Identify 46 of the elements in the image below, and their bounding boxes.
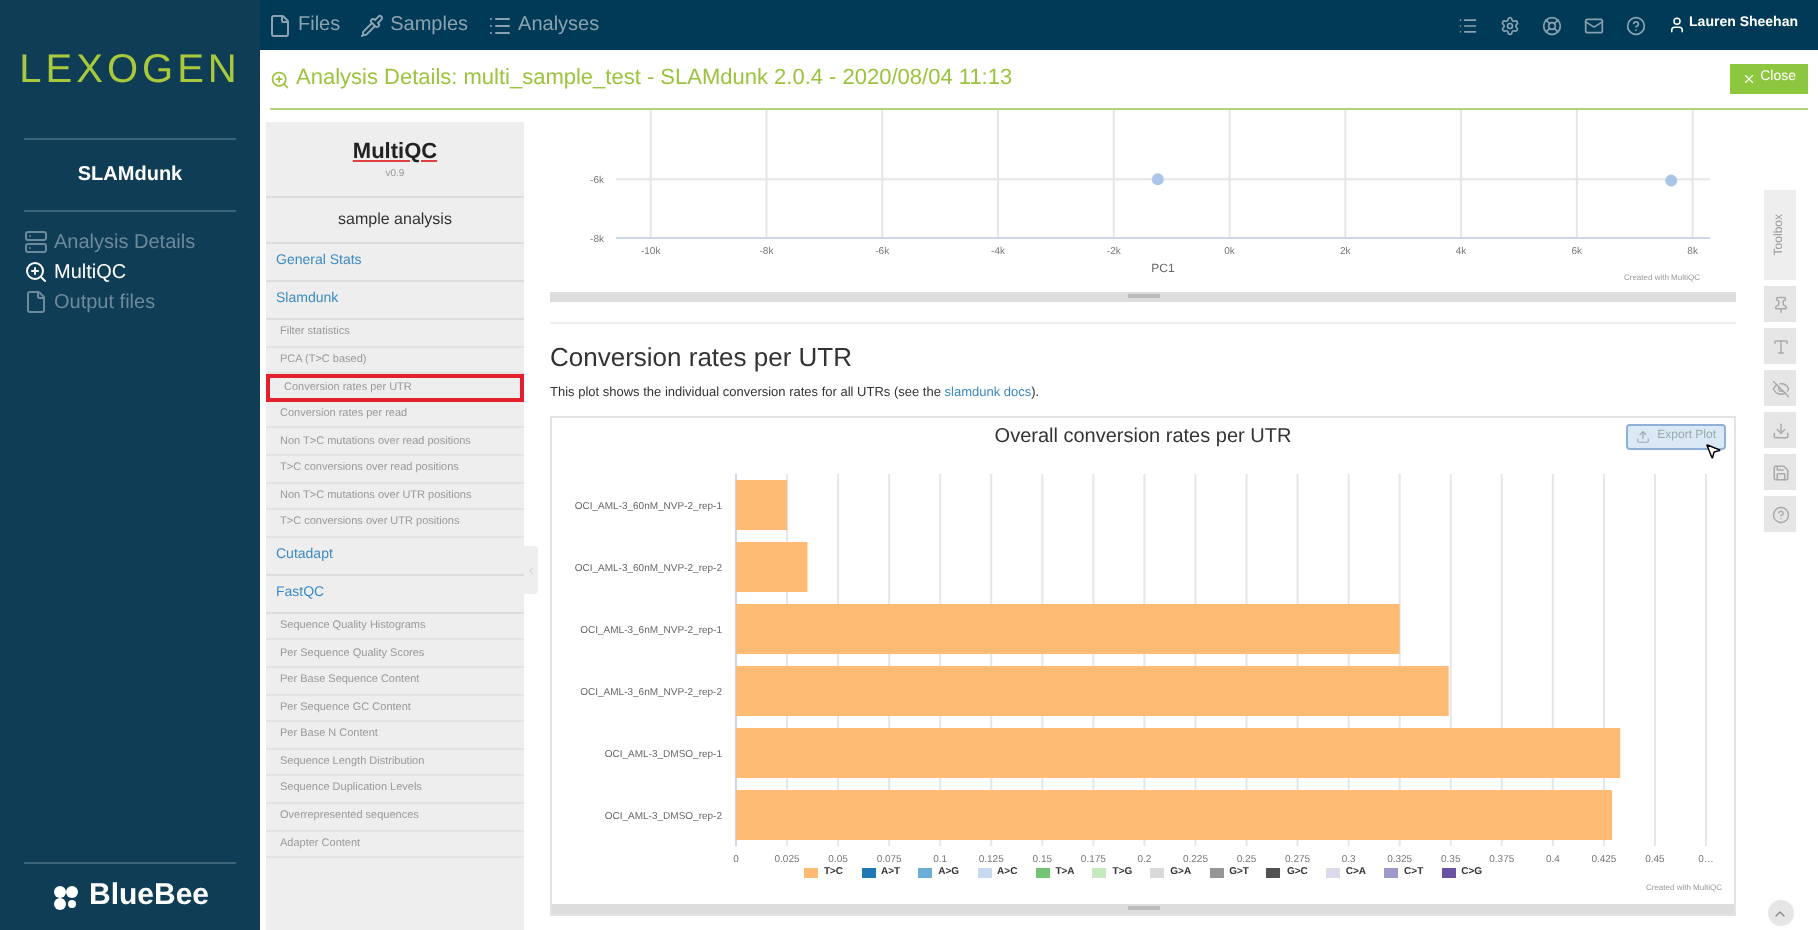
help-icon[interactable] <box>1625 15 1646 35</box>
pin-button[interactable] <box>1764 286 1796 322</box>
help-icon <box>1771 505 1789 523</box>
cursor-icon <box>1704 441 1722 460</box>
save-button[interactable] <box>1764 454 1796 490</box>
file-icon <box>268 13 292 37</box>
settings-icon[interactable] <box>1499 15 1520 35</box>
download-button[interactable] <box>1764 412 1796 448</box>
bluebee-icon <box>50 881 83 913</box>
list-icon <box>24 230 48 254</box>
scroll-top-button[interactable] <box>1767 900 1793 926</box>
sidebar-item[interactable]: Output files <box>24 288 236 316</box>
bar <box>736 541 808 592</box>
scrollbar[interactable] <box>550 292 1736 302</box>
app-name: SLAMdunk <box>77 162 183 190</box>
top-nav-link[interactable]: Analyses <box>488 10 600 40</box>
mail-icon[interactable] <box>1583 15 1604 35</box>
section-heading: Conversion rates per UTR <box>550 344 854 370</box>
save-icon <box>1771 463 1789 481</box>
pipette-icon <box>360 13 385 37</box>
footer-logo: BlueBee <box>88 876 210 917</box>
eye-off-icon <box>1771 379 1789 397</box>
page-title: Analysis Details: multi_sample_test - SLAMdunk 2.0.4 - 2020/08/04 11:13 <box>296 64 1013 95</box>
chevron-left-icon <box>526 565 536 575</box>
user-icon <box>1667 16 1686 34</box>
hide-button[interactable] <box>1764 370 1796 406</box>
file-icon <box>24 290 48 314</box>
chart-title: Overall conversion rates per UTR <box>994 423 1292 452</box>
pin-icon <box>1771 295 1789 313</box>
zoom-icon <box>24 260 48 284</box>
collapse-handle[interactable] <box>524 546 538 594</box>
zoom-icon <box>270 69 290 89</box>
bar <box>736 479 788 530</box>
close-icon <box>1742 72 1757 86</box>
logo: LEXOGEN <box>19 45 241 95</box>
sidebar-item[interactable]: Analysis Details <box>24 228 236 256</box>
lifebuoy-icon[interactable] <box>1541 15 1562 35</box>
multiqc-logo: MultiQC <box>352 137 438 167</box>
sidebar-item[interactable]: MultiQC <box>24 258 236 286</box>
top-nav-link[interactable]: Files <box>268 10 341 40</box>
top-nav-link[interactable]: Samples <box>360 10 469 40</box>
font-icon <box>1771 337 1789 355</box>
font-button[interactable] <box>1764 328 1796 364</box>
report-title: sample analysis <box>338 208 452 232</box>
scrollbar[interactable] <box>552 903 1734 914</box>
help-button[interactable] <box>1764 496 1796 532</box>
